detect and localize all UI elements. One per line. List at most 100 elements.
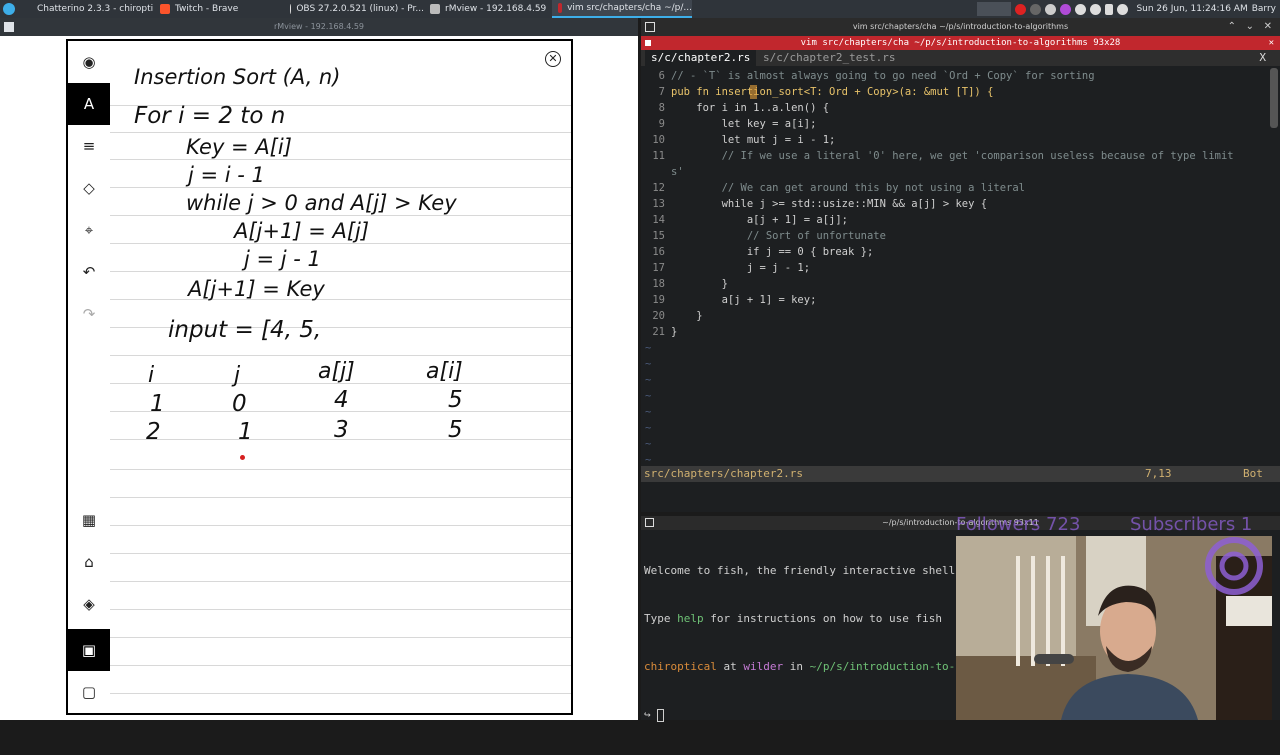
- vim-titlebar[interactable]: vim src/chapters/cha ~/p/s/introduction-…: [641, 18, 1280, 36]
- close-icon[interactable]: ✕: [1264, 18, 1272, 36]
- terminal-icon: [645, 518, 654, 527]
- line-rule: [110, 609, 571, 610]
- rmview-titlebar[interactable]: rMview - 192.168.4.59: [0, 18, 638, 36]
- tag-icon[interactable]: ⌂: [68, 541, 110, 583]
- taskbar-app-obs[interactable]: OBS 27.2.0.521 (linux) - Pr...: [284, 0, 424, 18]
- window-menu-icon[interactable]: [4, 22, 14, 32]
- empty-line-marker: ~: [645, 438, 652, 450]
- code-line: 14 a[j + 1] = a[j];: [652, 214, 849, 226]
- obs-icon: [290, 4, 292, 14]
- followers-count: Followers 723: [956, 514, 1081, 535]
- line-rule: [110, 271, 571, 272]
- status-position: 7,13: [1145, 467, 1172, 480]
- table-cell: 1: [238, 419, 253, 445]
- code-line: 21}: [652, 326, 678, 338]
- tab-menu-icon[interactable]: [645, 40, 651, 46]
- empty-line-marker: ~: [645, 358, 652, 370]
- document-icon[interactable]: ▢: [68, 671, 110, 713]
- obs-tray-icon[interactable]: [1045, 3, 1057, 15]
- vim-terminal-tab[interactable]: vim src/chapters/cha ~/p/s/introduction-…: [641, 36, 1280, 50]
- security-icon[interactable]: [1015, 3, 1027, 15]
- code-line: 20 }: [652, 310, 703, 322]
- system-tray: Sun 26 Jun, 11:24:16 AM Barry: [977, 0, 1280, 18]
- code-line: s': [671, 166, 684, 178]
- terminal-icon: [558, 3, 563, 13]
- taskbar-app-vim[interactable]: vim src/chapters/cha ~/p/...: [552, 0, 692, 18]
- bell-icon[interactable]: [1090, 3, 1102, 15]
- code-line: 6// - `T` is almost always going to go n…: [658, 70, 1095, 82]
- brave-icon: [160, 4, 170, 14]
- eraser-icon[interactable]: ◇: [68, 167, 110, 209]
- code-line: 15 // Sort of unfortunate: [652, 230, 886, 242]
- close-icon[interactable]: ✕: [545, 51, 561, 67]
- layers-icon[interactable]: ◈: [68, 583, 110, 625]
- selection-icon[interactable]: ⌖: [68, 209, 110, 251]
- buffer-tab-chapter2-test[interactable]: s/c/chapter2_test.rs: [757, 50, 901, 66]
- code-line: 16 if j == 0 { break };: [652, 246, 874, 258]
- note-line: Key = A[i]: [186, 135, 292, 159]
- menu-toggle-icon[interactable]: ◉: [68, 41, 110, 83]
- code-line: 8 for i in 1..a.len() {: [658, 102, 830, 114]
- minimize-icon[interactable]: ⌃: [1228, 18, 1236, 36]
- code-line: 7 pub fn insertion_sort<T: Ord + Copy>(a:…: [658, 85, 994, 99]
- empty-line-marker: ~: [645, 422, 652, 434]
- buffer-close-button[interactable]: X: [1259, 50, 1266, 66]
- tab-title: vim src/chapters/cha ~/p/s/introduction-…: [800, 38, 1121, 48]
- pages-icon[interactable]: ▦: [68, 499, 110, 541]
- help-line: Type help for instructions on how to use…: [644, 612, 943, 625]
- clock[interactable]: Sun 26 Jun, 11:24:16 AM: [1136, 4, 1247, 14]
- taskbar-app-label: vim src/chapters/cha ~/p/...: [567, 3, 692, 13]
- network-icon[interactable]: [1117, 3, 1129, 15]
- line-rule: [110, 525, 571, 526]
- buffer-tab-chapter2[interactable]: s/c/chapter2.rs: [645, 50, 757, 66]
- battery-icon[interactable]: [1105, 3, 1114, 15]
- empty-line-marker: ~: [645, 374, 652, 386]
- redo-icon[interactable]: ↷: [68, 293, 110, 335]
- line-rule: [110, 187, 571, 188]
- line-rule: [110, 469, 571, 470]
- taskbar-app-label: Twitch - Brave: [175, 4, 239, 14]
- taskbar-app-rmview[interactable]: rMview - 192.168.4.59: [424, 0, 550, 18]
- code-line: 19 a[j + 1] = key;: [652, 294, 817, 306]
- welcome-line: Welcome to fish, the friendly interactiv…: [644, 564, 956, 577]
- note-title: Insertion Sort (A, n): [134, 65, 341, 89]
- line-rule: [110, 693, 571, 694]
- text-tool-icon[interactable]: ≡: [68, 125, 110, 167]
- scrollbar[interactable]: [1270, 68, 1278, 128]
- taskbar-app-label: Chatterino 2.3.3 - chiropti...: [37, 4, 154, 14]
- cursor: [750, 85, 757, 99]
- tablet-screen[interactable]: ◉ A ≡ ◇ ⌖ ↶ ↷ ▦ ⌂ ◈ ▣ ▢ Insertion Sort (…: [66, 39, 573, 715]
- writing-tool-icon[interactable]: A: [68, 83, 110, 125]
- shield-icon[interactable]: [1030, 3, 1042, 15]
- taskbar: Chatterino 2.3.3 - chiropti... Twitch - …: [0, 0, 1280, 18]
- vim-window-title: vim src/chapters/cha ~/p/s/introduction-…: [852, 22, 1069, 31]
- code-line: 12 // We can get around this by not usin…: [652, 182, 1026, 194]
- empty-line-marker: ~: [645, 406, 652, 418]
- prompt-line: chiroptical at wilder in ~/p/s/introduct…: [644, 660, 956, 673]
- note-line: A[j+1] = A[j]: [234, 219, 370, 243]
- status-scroll: Bot: [1243, 467, 1263, 480]
- taskbar-app-label: rMview - 192.168.4.59: [445, 4, 547, 14]
- input-line[interactable]: ↪: [644, 707, 955, 723]
- table-cell: 2: [146, 419, 161, 445]
- app-tray-icon[interactable]: [1060, 3, 1072, 15]
- note-page: Insertion Sort (A, n) For i = 2 to n Key…: [110, 41, 571, 713]
- vim-buffer-tabline: s/c/chapter2.rs s/c/chapter2_test.rs X: [641, 50, 1280, 66]
- taskbar-app-chatterino[interactable]: Chatterino 2.3.3 - chiropti...: [26, 0, 154, 18]
- vim-editor[interactable]: 6// - `T` is almost always going to go n…: [641, 68, 1280, 468]
- zoom-icon[interactable]: ▣: [68, 629, 110, 671]
- note-line: j = i - 1: [188, 163, 265, 187]
- rmview-title: rMview - 192.168.4.59: [273, 22, 365, 31]
- pager-icon[interactable]: [977, 2, 1012, 16]
- maximize-icon[interactable]: ⌄: [1246, 18, 1254, 36]
- table-cell: 5: [448, 417, 463, 443]
- volume-icon[interactable]: [1075, 3, 1087, 15]
- user-name[interactable]: Barry: [1252, 4, 1276, 14]
- undo-icon[interactable]: ↶: [68, 251, 110, 293]
- app-menu-icon[interactable]: [3, 3, 15, 15]
- taskbar-app-brave[interactable]: Twitch - Brave: [154, 0, 284, 18]
- line-rule: [110, 132, 571, 133]
- note-line: A[j+1] = Key: [188, 277, 325, 301]
- tab-close-icon[interactable]: ✕: [1269, 36, 1274, 50]
- line-rule: [110, 243, 571, 244]
